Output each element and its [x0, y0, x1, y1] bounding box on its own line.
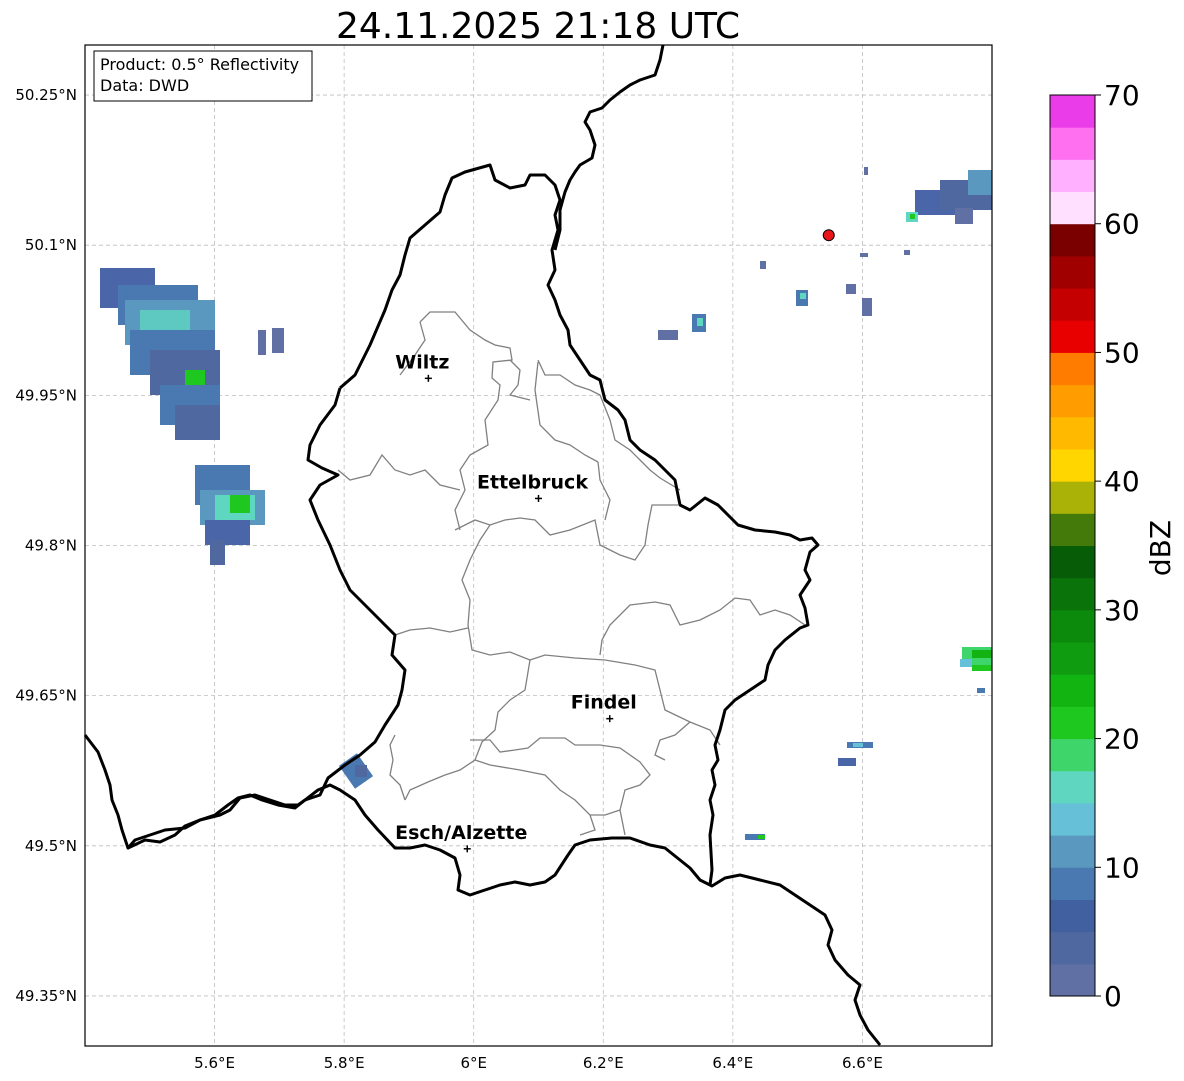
colorbar: 0 10 20 30 40 50 60 70 [1049, 79, 1140, 1013]
y-tick-label: 49.95°N [15, 386, 77, 404]
colorbar-tick-label: 30 [1104, 594, 1140, 627]
map-panel: Wiltz Ettelbruck Findel Esch/Alzette Produc… [83, 44, 993, 1047]
city-label: Findel [571, 692, 637, 714]
colorbar-segment [1050, 738, 1095, 772]
colorbar-segment [1050, 835, 1095, 868]
colorbar-segment [1050, 642, 1095, 675]
colorbar-segment [1050, 577, 1095, 611]
colorbar-tick-label: 50 [1104, 336, 1140, 369]
colorbar-segment [1050, 899, 1095, 933]
colorbar-segment [1050, 609, 1095, 643]
colorbar-label: dBZ [1144, 520, 1177, 576]
x-tick-label: 6°E [460, 1054, 487, 1072]
colorbar-tick-label: 60 [1104, 208, 1140, 241]
x-tick-label: 6.4°E [712, 1054, 753, 1072]
figure-title: 24.11.2025 21:18 UTC [336, 6, 740, 47]
info-data-source: Data: DWD [100, 76, 189, 95]
radar-site-marker [822, 229, 835, 242]
colorbar-tick-label: 10 [1104, 851, 1140, 884]
colorbar-segment [1050, 127, 1095, 160]
colorbar-segment [1050, 706, 1095, 740]
colorbar-segment [1050, 513, 1095, 546]
info-product: Product: 0.5° Reflectivity [100, 55, 299, 74]
radar-map-figure: 24.11.2025 21:18 UTC WiltzEttelbruckFind… [15, 6, 1177, 1072]
city-label: Wiltz [395, 351, 449, 373]
x-tick-label: 5.6°E [194, 1054, 235, 1072]
colorbar-segment [1050, 802, 1095, 836]
colorbar-segment [1050, 545, 1095, 579]
colorbar-segment [1050, 448, 1095, 482]
x-tick-label: 6.2°E [583, 1054, 624, 1072]
city-label: Ettelbruck [477, 471, 588, 493]
colorbar-segment [1050, 95, 1095, 128]
colorbar-tick-label: 40 [1104, 465, 1140, 498]
colorbar-segment [1050, 867, 1095, 900]
colorbar-segment [1050, 770, 1095, 804]
city-label: Esch/Alzette [395, 822, 527, 844]
colorbar-segment [1050, 223, 1095, 257]
y-tick-label: 50.25°N [15, 86, 77, 104]
colorbar-segment [1050, 931, 1095, 965]
colorbar-tick-label: 70 [1104, 79, 1140, 112]
colorbar-tick-label: 0 [1104, 980, 1122, 1013]
y-tick-label: 50.1°N [25, 236, 77, 254]
colorbar-segment [1050, 159, 1095, 193]
colorbar-segment [1050, 320, 1095, 353]
colorbar-segment [1050, 384, 1095, 418]
colorbar-segment [1050, 963, 1095, 997]
y-tick-label: 49.65°N [15, 687, 77, 705]
colorbar-segment [1050, 191, 1095, 225]
x-tick-label: 5.8°E [324, 1054, 365, 1072]
y-tick-label: 49.35°N [15, 987, 77, 1005]
colorbar-segment [1050, 352, 1095, 386]
y-tick-label: 49.8°N [25, 537, 77, 555]
colorbar-segment [1050, 416, 1095, 450]
x-tick-label: 6.6°E [842, 1054, 883, 1072]
colorbar-segment [1050, 288, 1095, 321]
y-tick-label: 49.5°N [25, 837, 77, 855]
colorbar-tick-label: 20 [1104, 723, 1140, 756]
colorbar-segment [1050, 481, 1095, 514]
colorbar-segment [1050, 674, 1095, 707]
colorbar-segment [1050, 255, 1095, 289]
info-box: Product: 0.5° Reflectivity Data: DWD [93, 50, 313, 102]
